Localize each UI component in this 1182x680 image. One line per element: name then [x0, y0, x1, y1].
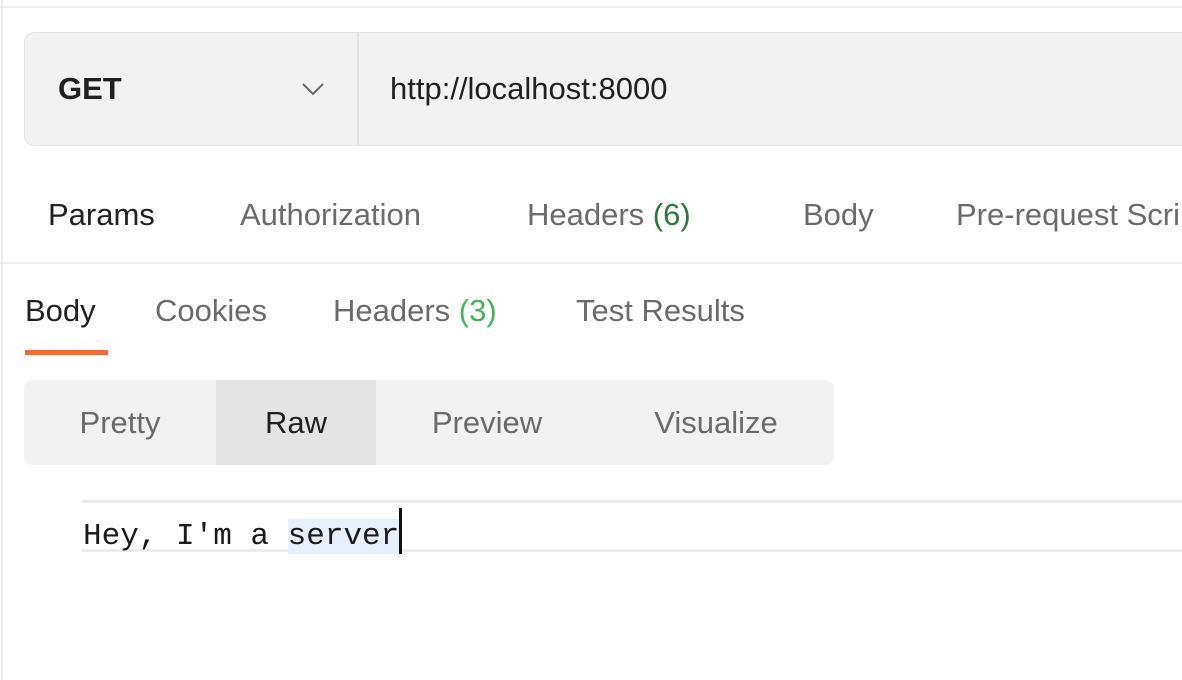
text-cursor [399, 508, 403, 554]
selected-text: server [287, 519, 400, 554]
tab-body[interactable]: Body [803, 197, 874, 233]
view-raw[interactable]: Raw [216, 380, 376, 465]
top-divider [0, 6, 1182, 8]
view-visualize[interactable]: Visualize [598, 380, 834, 465]
view-preview[interactable]: Preview [376, 380, 598, 465]
method-select[interactable]: GET [58, 71, 122, 107]
response-tab-body[interactable]: Body [25, 293, 96, 329]
section-divider [0, 262, 1182, 264]
tab-authorization[interactable]: Authorization [240, 197, 421, 233]
url-input[interactable]: http://localhost:8000 [390, 71, 667, 107]
tab-params[interactable]: Params [48, 197, 155, 233]
response-body-text: Hey, I'm a server [83, 508, 403, 554]
response-body-editor[interactable]: Hey, I'm a server [82, 500, 1182, 554]
view-mode-selector: Pretty Raw Preview Visualize [24, 380, 834, 465]
response-tab-headers[interactable]: Headers (3) [333, 293, 497, 329]
view-pretty[interactable]: Pretty [24, 380, 216, 465]
tab-label: Headers [527, 197, 653, 232]
body-text: Hey, I'm a [83, 519, 288, 554]
response-tab-test-results[interactable]: Test Results [576, 293, 745, 329]
headers-count: (6) [652, 197, 691, 232]
left-divider [1, 0, 3, 680]
tab-headers[interactable]: Headers (6) [527, 197, 691, 233]
request-url-bar: GET http://localhost:8000 [24, 32, 1182, 146]
method-divider [357, 33, 359, 145]
tab-pre-request-script[interactable]: Pre-request Script [956, 197, 1182, 233]
chevron-down-icon[interactable] [301, 77, 325, 101]
tab-label: Headers [333, 293, 459, 328]
active-tab-indicator [25, 350, 108, 355]
response-tab-cookies[interactable]: Cookies [155, 293, 267, 329]
headers-count: (3) [458, 293, 497, 328]
